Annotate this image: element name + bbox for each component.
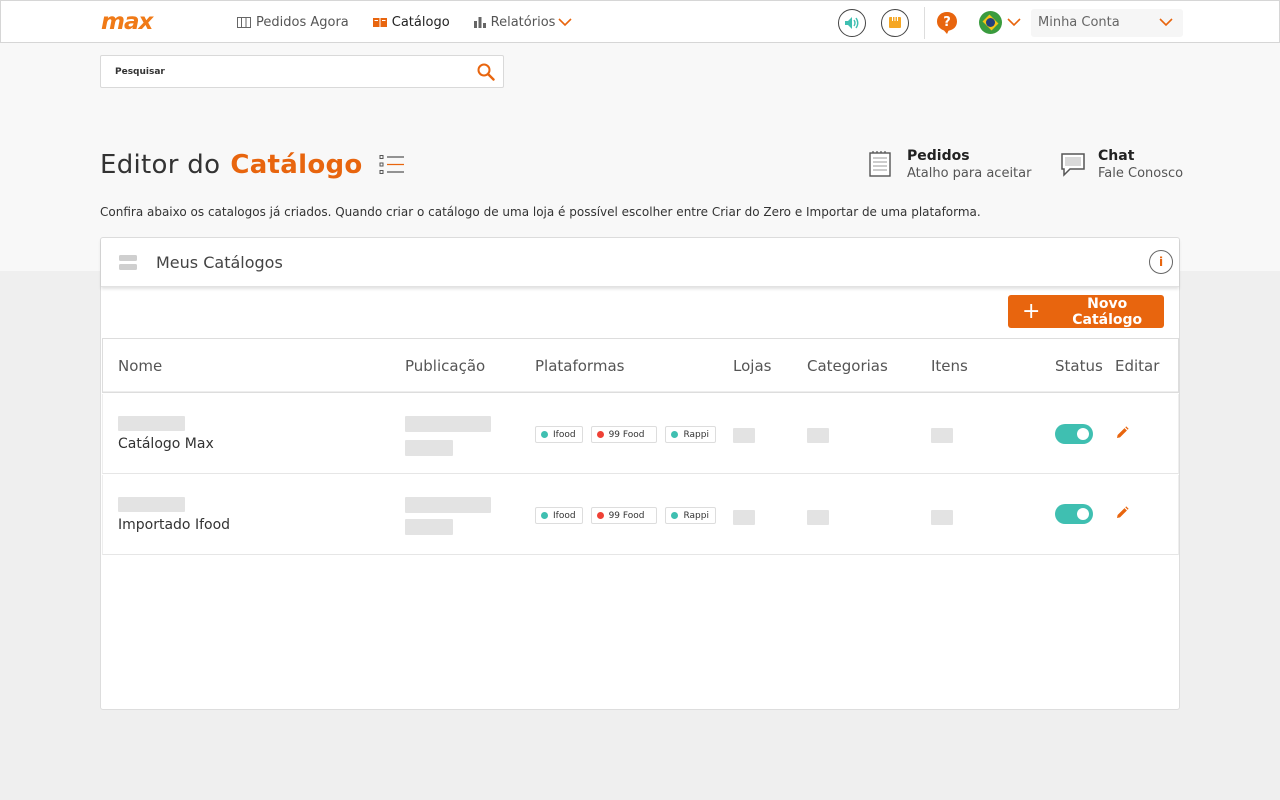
columns-icon [237,17,251,28]
nav-item-pedidos-agora[interactable]: Pedidos Agora [237,15,349,30]
page-description: Confira abaixo os catalogos já criados. … [100,205,981,219]
plus-icon: + [1022,298,1041,324]
platform-tag: 99 Food [590,426,658,443]
skeleton-placeholder [118,416,185,431]
account-dropdown[interactable]: Minha Conta [1031,8,1183,37]
shortcut-title: Pedidos [907,148,970,164]
skeleton-placeholder [931,428,953,443]
shortcut-title: Chat [1098,148,1135,164]
page-title: Editor do Catálogo [100,150,405,180]
column-header-lojas[interactable]: Lojas [733,357,771,375]
store-icon [889,17,901,28]
shortcut-subtitle: Fale Conosco [1098,166,1184,181]
chat-shortcut[interactable]: Chat Fale Conosco [1060,148,1183,182]
status-dot [671,512,679,519]
help-icon[interactable]: ? [936,11,958,35]
platform-tag: Ifood [535,426,583,443]
top-navbar: max Pedidos Agora Catálogo Relatórios ? … [0,0,1280,43]
column-header-publicacao[interactable]: Publicação [405,357,485,375]
column-header-nome[interactable]: Nome [118,357,162,375]
divider [924,6,925,39]
main-nav: Pedidos Agora Catálogo Relatórios [237,1,601,44]
column-header-status[interactable]: Status [1055,357,1103,375]
nav-label: Catálogo [391,15,450,30]
search-icon[interactable] [477,63,495,81]
search-box [100,55,504,88]
platform-tags: Ifood 99 Food Rappi [535,426,724,443]
status-dot [541,512,548,519]
platform-tag: Ifood [535,507,583,524]
table-row[interactable]: Catálogo Max Ifood 99 Food Rappi [102,394,1179,474]
nav-label: Pedidos Agora [256,15,349,30]
title-accent: Catálogo [230,150,363,180]
list-icon [379,155,404,174]
info-icon[interactable]: i [1149,250,1173,274]
topbar-actions: ? Minha Conta [823,1,1183,44]
platform-tags: Ifood 99 Food Rappi [535,507,724,524]
table-header: Nome Publicação Plataformas Lojas Catego… [102,338,1179,393]
catalogs-card: Meus Catálogos i + Novo Catálogo Nome Pu… [100,237,1180,710]
skeleton-placeholder [807,428,829,443]
skeleton-placeholder [405,416,491,432]
store-button[interactable] [881,8,909,37]
notepad-icon [869,151,891,177]
catalog-name: Importado Ifood [118,517,231,533]
chevron-down-icon [1159,18,1173,27]
column-header-itens[interactable]: Itens [931,357,968,375]
brazil-flag-icon[interactable] [979,11,1002,34]
column-header-plataformas[interactable]: Plataformas [535,357,624,375]
platform-tag: 99 Food [590,507,658,524]
search-input[interactable] [115,56,455,87]
search-bar-area [0,43,1280,100]
speaker-icon [845,16,859,29]
chevron-down-icon[interactable] [1007,18,1021,27]
book-icon [372,18,387,27]
svg-text:?: ? [943,15,951,30]
platform-tag: Rappi [665,507,716,524]
sound-button[interactable] [838,8,866,37]
catalog-name: Catálogo Max [118,436,214,452]
skeleton-placeholder [118,497,185,512]
stack-icon [119,255,137,270]
status-dot [596,431,604,438]
account-label: Minha Conta [1038,15,1120,30]
nav-label: Relatórios [490,15,556,30]
pencil-icon[interactable] [1115,426,1129,440]
pencil-icon[interactable] [1115,506,1129,520]
status-toggle[interactable] [1055,424,1093,444]
title-prefix: Editor do [100,150,221,180]
orders-shortcut[interactable]: Pedidos Atalho para aceitar [869,148,1031,182]
skeleton-placeholder [931,510,953,525]
platform-tag: Rappi [665,426,716,443]
skeleton-placeholder [807,510,829,525]
skeleton-placeholder [405,497,491,513]
status-dot [596,512,604,519]
nav-item-relatorios[interactable]: Relatórios [473,15,578,30]
skeleton-placeholder [733,428,755,443]
status-dot [541,431,548,438]
max-logo[interactable]: max [101,10,181,34]
nav-item-catalogo[interactable]: Catálogo [372,15,450,30]
card-header: Meus Catálogos i [101,238,1179,287]
new-catalog-label: Novo Catálogo [1072,295,1143,328]
status-toggle[interactable] [1055,504,1093,524]
skeleton-placeholder [405,440,453,456]
skeleton-placeholder [733,510,755,525]
skeleton-placeholder [405,519,453,535]
new-catalog-button[interactable]: + Novo Catálogo [1008,295,1164,328]
bar-chart-icon [473,17,486,28]
status-dot [671,431,679,438]
shortcut-subtitle: Atalho para aceitar [907,166,1032,181]
card-title: Meus Catálogos [156,252,283,272]
table-row[interactable]: Importado Ifood Ifood 99 Food Rappi [102,475,1179,555]
column-header-editar[interactable]: Editar [1115,357,1159,375]
column-header-categorias[interactable]: Categorias [807,357,888,375]
chat-bubble-icon [1061,153,1085,177]
chevron-down-icon [558,18,572,27]
